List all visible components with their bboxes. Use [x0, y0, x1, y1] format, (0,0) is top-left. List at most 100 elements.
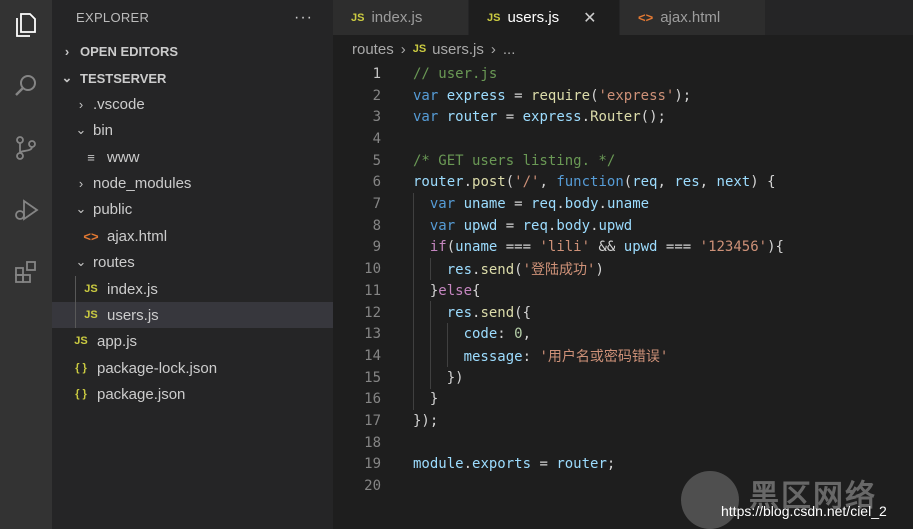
code-line: var uname = req.body.uname [333, 193, 913, 215]
open-editors-section[interactable]: › OPEN EDITORS [52, 38, 333, 64]
code-line-text: module.exports = router; [413, 456, 616, 473]
breadcrumb-more[interactable]: ... [503, 41, 516, 58]
code-line: router.post('/', function(req, res, next… [333, 172, 913, 194]
code-line-text: var uname = req.body.uname [429, 196, 650, 213]
tree-item-label: public [93, 200, 133, 218]
code-line: message: '用户名或密码错误' [333, 345, 913, 367]
extensions-icon[interactable] [10, 256, 42, 288]
code-line: } [333, 389, 913, 411]
js-file-icon: JS [351, 11, 365, 24]
tree-item-index-js[interactable]: JS index.js [52, 276, 333, 302]
explorer-header: EXPLORER ··· [52, 0, 333, 35]
tab-index-js[interactable]: JS index.js [333, 0, 469, 35]
tab-label: ajax.html [660, 9, 721, 26]
file-lines-icon: ≡ [87, 149, 95, 165]
search-icon[interactable] [10, 70, 42, 102]
js-file-icon: JS [412, 43, 427, 55]
tree-item-label: index.js [107, 280, 158, 298]
source-control-icon[interactable] [10, 132, 42, 164]
code-line: res.send({ [333, 302, 913, 324]
code-line: }); [333, 410, 913, 432]
code-line: }) [333, 367, 913, 389]
code-line-text: res.send({ [446, 304, 532, 321]
tree-item-node-modules[interactable]: › node_modules [52, 170, 333, 196]
tree-item-www[interactable]: ≡ www [52, 144, 333, 170]
json-file-icon: { } [75, 362, 87, 374]
files-icon[interactable] [10, 9, 42, 41]
chevron-down-icon: ⌄ [61, 70, 73, 85]
code-line: var express = require('express'); [333, 85, 913, 107]
breadcrumb: routes › JS users.js › ... [333, 35, 913, 63]
breadcrumb-file[interactable]: users.js [432, 41, 484, 58]
tree-item-label: bin [93, 121, 114, 139]
tree-item-package-lock-json[interactable]: { } package-lock.json [52, 355, 333, 381]
code-line-text: res.send('登陆成功') [446, 262, 604, 279]
code-line: res.send('登陆成功') [333, 258, 913, 280]
tree-item-users-js[interactable]: JS users.js [52, 302, 333, 328]
tree-item-label: users.js [107, 306, 159, 324]
tab-ajax-html[interactable]: <> ajax.html [620, 0, 766, 35]
chevron-down-icon: ⌄ [75, 201, 87, 216]
run-debug-icon[interactable] [10, 194, 42, 226]
code-line: /* GET users listing. */ [333, 150, 913, 172]
more-actions-icon[interactable]: ··· [294, 9, 313, 27]
code-line: // user.js [333, 63, 913, 85]
code-line-text: var router = express.Router(); [413, 109, 666, 126]
html-file-icon: <> [638, 10, 654, 25]
chevron-down-icon: ⌄ [75, 254, 87, 269]
close-icon[interactable]: ✕ [583, 8, 596, 28]
tree-item-label: package-lock.json [97, 359, 218, 377]
tree-item-ajax-html[interactable]: <> ajax.html [52, 223, 333, 249]
tree-item-label: www [107, 148, 140, 166]
watermark-url: https://blog.csdn.net/ciel_2 [721, 503, 887, 519]
code-line-text: } [413, 391, 439, 408]
tree-item-bin[interactable]: ⌄ bin [52, 117, 333, 143]
tree-item-routes[interactable]: ⌄ routes [52, 249, 333, 275]
code-line: var router = express.Router(); [333, 106, 913, 128]
tab-users-js[interactable]: JS users.js ✕ [469, 0, 620, 35]
code-line-text: }) [413, 369, 464, 386]
tree-item-label: node_modules [93, 174, 192, 192]
tree-item-label: .vscode [93, 95, 145, 113]
code-line: var upwd = req.body.upwd [333, 215, 913, 237]
js-file-icon: JS [84, 283, 98, 295]
watermark: 黑区网络 https://blog.csdn.net/ciel_2 [681, 463, 913, 529]
code-line: }else{ [333, 280, 913, 302]
tree-indent-guide [75, 276, 76, 328]
tab-bar: JS index.js JS users.js ✕ <> ajax.html [333, 0, 913, 35]
html-file-icon: <> [83, 228, 99, 244]
code-line: code: 0, [333, 323, 913, 345]
workspace-label: TESTSERVER [80, 70, 167, 86]
tree-item-label: app.js [97, 332, 138, 350]
code-line: if(uname === 'lili' && upwd === '123456'… [333, 237, 913, 259]
js-file-icon: JS [74, 335, 88, 347]
tree-item-label: routes [93, 253, 135, 271]
workspace-section[interactable]: ⌄ TESTSERVER [52, 65, 333, 91]
code-line-text: var express = require('express'); [413, 87, 692, 104]
code-line-text: // user.js [413, 65, 498, 82]
activity-bar [0, 0, 52, 529]
js-file-icon: JS [84, 309, 98, 321]
explorer-sidebar: EXPLORER ··· › OPEN EDITORS ⌄ TESTSERVER… [52, 0, 333, 529]
breadcrumb-folder[interactable]: routes [352, 41, 394, 58]
code-line-text: }else{ [413, 282, 481, 299]
tree-item-public[interactable]: ⌄ public [52, 196, 333, 222]
chevron-right-icon: › [64, 43, 70, 59]
chevron-right-icon: › [78, 175, 84, 191]
chevron-right-icon: › [400, 40, 406, 58]
code-line-text: message: '用户名或密码错误' [463, 348, 669, 365]
code-line-text: var upwd = req.body.upwd [429, 217, 633, 234]
chevron-right-icon: › [78, 96, 84, 112]
tree-item-label: package.json [97, 385, 186, 403]
code-line-text: /* GET users listing. */ [413, 152, 616, 169]
watermark-logo [681, 471, 739, 529]
json-file-icon: { } [75, 388, 87, 400]
tree-item-package-json[interactable]: { } package.json [52, 381, 333, 407]
tree-item-app-js[interactable]: JS app.js [52, 328, 333, 354]
open-editors-label: OPEN EDITORS [80, 43, 179, 59]
tree-item-vscode[interactable]: › .vscode [52, 91, 333, 117]
editor-area: JS index.js JS users.js ✕ <> ajax.html r… [333, 0, 913, 529]
code-line-text: }); [413, 413, 439, 430]
